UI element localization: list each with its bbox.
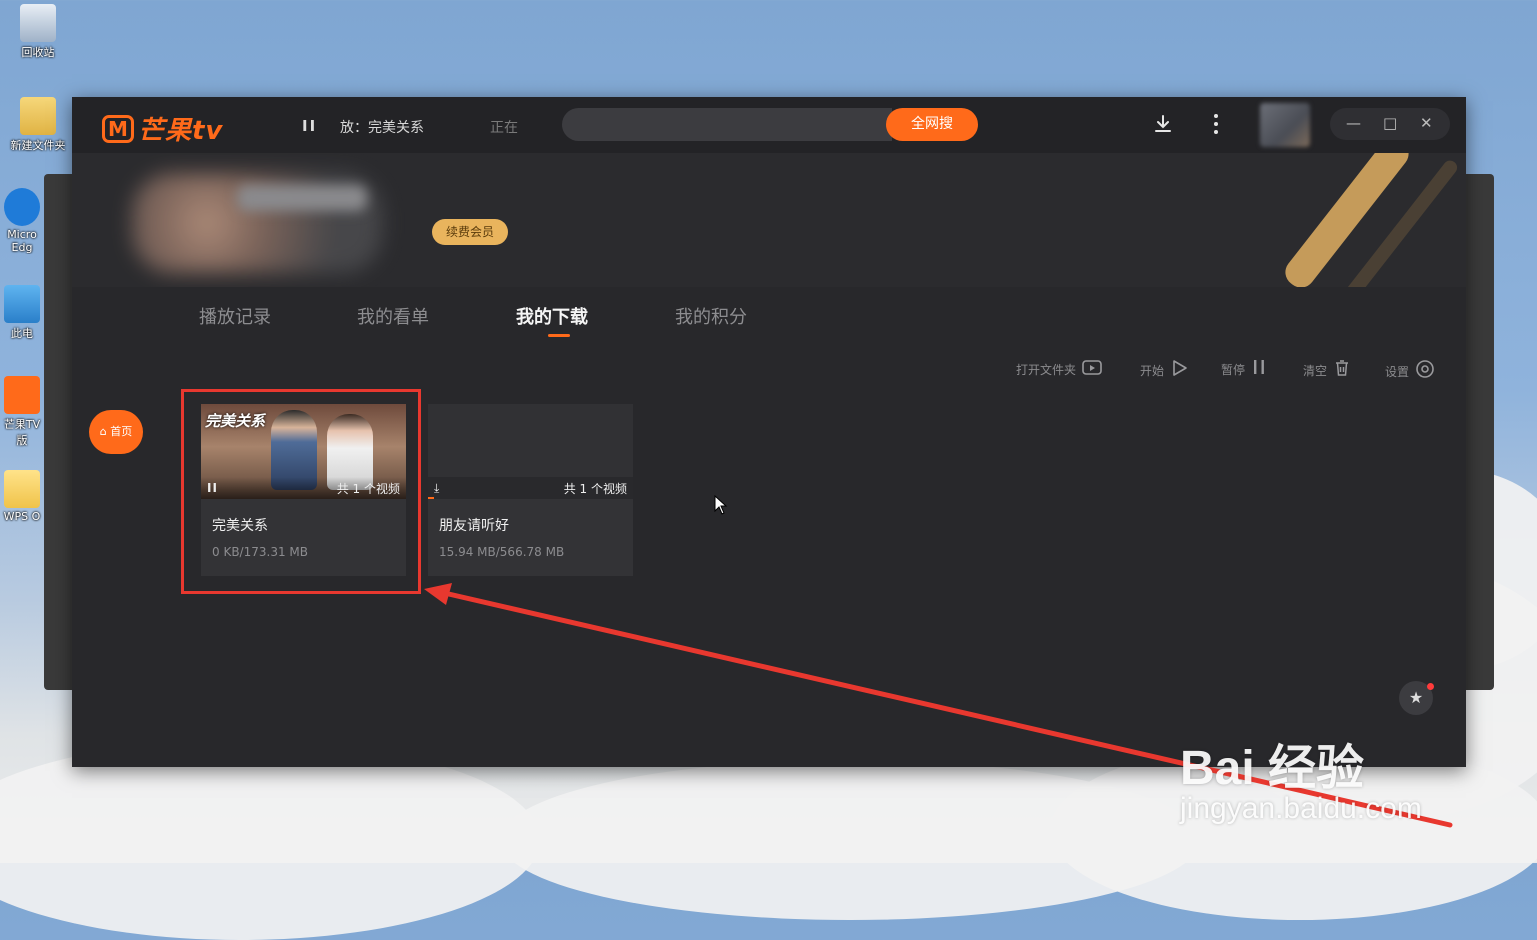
watermark-brand: Bai 经验 (1180, 742, 1365, 795)
mouse-cursor-icon (714, 495, 728, 515)
watermark-url: jingyan.baidu.com (1180, 792, 1422, 825)
